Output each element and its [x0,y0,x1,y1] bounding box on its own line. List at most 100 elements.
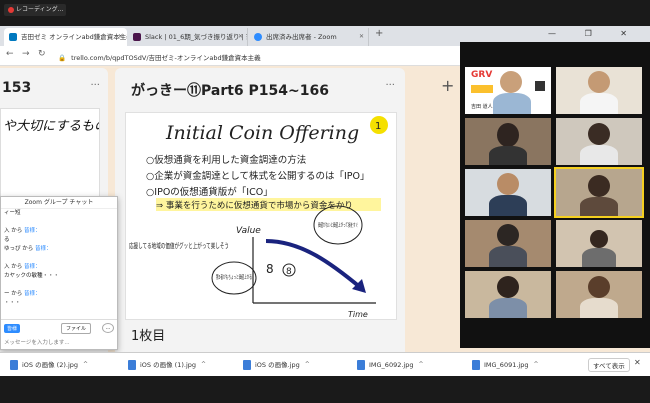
chat-recipient: 皆様： [24,228,41,234]
download-item[interactable]: IMG_6092.jpg ^ [357,359,423,371]
chat-line [1,218,117,227]
chat-line: カヤックの敏種・・・ [1,272,117,281]
chat-line [1,254,117,263]
image-file-icon [472,360,480,370]
chevron-down-icon[interactable]: ^ [83,359,88,371]
forward-icon[interactable]: → [22,49,30,59]
image-file-icon [128,360,136,370]
close-tab-icon[interactable]: ✕ [118,28,123,46]
screen: レコーディング... 吉田ゼミ オンラインabd鎌倉資本主義 ✕ Slack |… [0,0,650,403]
logo-mark [471,85,493,93]
show-all-button[interactable]: すべて表示 [588,358,630,372]
close-tab-icon[interactable]: ✕ [359,28,364,46]
chat-line [1,281,117,290]
left-circle-note: 第3者がもちょっと価値上がる [216,273,252,281]
participant-body [493,93,531,114]
decline-curve [265,239,363,290]
notes-line-4: ⇒ 事業を行うために仮想通貨で市場から資金をかり [156,200,353,211]
handwritten-notes: Initial Coin Offering 1 ○仮想通貨を利用した資金調達の方… [129,116,388,319]
reload-icon[interactable]: ↻ [38,49,46,59]
mark-1: 8 [266,262,274,276]
card-image[interactable]: Initial Coin Offering 1 ○仮想通貨を利用した資金調達の方… [125,112,397,320]
chat-line-text: ・・・ [4,300,21,306]
close-tab-icon[interactable]: ✕ [238,28,243,46]
video-tile[interactable] [556,271,642,318]
video-tile[interactable]: GRV 吉田 道人 [465,67,551,114]
logo-text: GRV [471,70,493,80]
more-options-button[interactable]: … [102,323,114,333]
video-tile[interactable] [465,169,551,216]
chevron-down-icon[interactable]: ^ [533,359,538,371]
lock-icon: 🔒 [58,54,67,62]
notes-heading: Initial Coin Offering [165,122,359,144]
notes-line-3: ○IPOの仮想通貨版が「ICO」 [146,186,273,198]
chat-line-text: カヤックの敏種・・・ [4,273,60,279]
recording-label: レコーディング... [16,6,64,13]
left-note: 応援してる地域の価値がグッと上がって楽しそう [129,241,229,250]
tab-label: Slack | 01_6期_気づき振り返り | 吉 [145,33,248,41]
caption: 吉田 道人 [471,104,493,110]
window-controls[interactable]: — ❐ ✕ [548,29,640,38]
more-icon[interactable]: ··· [90,80,100,91]
chat-line-text: ー から [4,291,23,297]
chat-line-text: 入 から [4,264,23,270]
tab-zoom[interactable]: 出席済み出席者 - Zoom ✕ [249,28,369,46]
card-footer: 1枚目 [131,329,166,344]
video-tile[interactable] [465,118,551,165]
download-item[interactable]: iOS の画像 (2).jpg ^ [10,359,88,371]
card-title: 153 [2,80,32,96]
file-button[interactable]: ファイル [61,323,92,334]
notes-line-2: ○企業が資金調達として株式を公開するのは「IPO」 [146,170,370,182]
download-filename: iOS の画像.jpg [255,361,300,369]
chat-line: ゆっぴ から 皆様： [1,245,117,254]
downloads-bar: iOS の画像 (2).jpg ^ iOS の画像 (1).jpg ^ iOS … [0,352,650,376]
recipient-selector[interactable]: 皆様 [4,324,21,333]
image-file-icon [357,360,365,370]
chevron-down-icon[interactable]: ^ [201,359,206,371]
video-tile[interactable] [556,67,642,114]
chat-footer: 皆様 ファイル … メッセージを入力します... [1,319,117,349]
zoom-group-chat[interactable]: Zoom グループ チャット ィー短入 から 皆様： るゆっぴ から 皆様： 入 か… [0,196,118,350]
trello-icon [9,33,17,41]
video-tile[interactable] [465,271,551,318]
zoom-gallery: GRV 吉田 道人 [460,42,650,348]
download-filename: iOS の画像 (2).jpg [22,361,79,369]
tab-slack[interactable]: Slack | 01_6期_気づき振り返り | 吉 ✕ [128,28,248,46]
add-list-icon[interactable]: + [441,76,454,95]
chevron-down-icon[interactable]: ^ [418,359,423,371]
chat-line: 入 から 皆様： [1,263,117,272]
chevron-down-icon[interactable]: ^ [305,359,310,371]
chat-line-text: ィー短 [4,210,21,216]
video-tile[interactable] [556,118,642,165]
chat-recipient: 皆様： [35,246,52,252]
tab-trello[interactable]: 吉田ゼミ オンラインabd鎌倉資本主義 ✕ [4,28,127,46]
chat-title: Zoom グループ チャット [1,197,117,209]
video-tile[interactable] [465,220,551,267]
download-item[interactable]: iOS の画像.jpg ^ [243,359,310,371]
chat-line-text: る [4,237,10,243]
card-title: がっきー⑪Part6 P154~166 [131,83,329,99]
participant-head [500,71,522,93]
recording-indicator[interactable]: レコーディング... [4,4,66,16]
image-file-icon [243,360,251,370]
close-icon[interactable]: ✕ [634,358,641,367]
download-item[interactable]: IMG_6091.jpg ^ [472,359,538,371]
more-icon[interactable]: ··· [385,80,395,91]
new-tab-button[interactable]: + [375,28,383,39]
video-tile-active-speaker[interactable] [554,167,644,218]
chat-line-text: ゆっぴ から [4,246,34,252]
video-tile[interactable] [556,220,642,267]
image-file-icon [10,360,18,370]
url-field[interactable]: 🔒 trello.com/b/qpdTOSdV/吉田ゼミ-オンラインabd鎌倉資… [58,52,261,62]
right-circle-note: 価値がないと価値上がって損をすぐ [318,221,358,229]
notes-line-1: ○仮想通貨を利用した資金調達の方法 [146,154,306,166]
list-card-current[interactable]: がっきー⑪Part6 P154~166 ··· Initial Coin Off… [115,68,405,352]
download-item[interactable]: iOS の画像 (1).jpg ^ [128,359,206,371]
chat-messages: ィー短入 から 皆様：るゆっぴ から 皆様：入 から 皆様： カヤックの敏種・・・… [1,209,117,308]
notes-number: 1 [375,121,381,132]
chat-input[interactable]: メッセージを入力します... [4,338,70,346]
value-axis-label: Value [236,226,261,236]
qr-code [535,81,545,91]
time-axis-label: Time [348,310,368,319]
back-icon[interactable]: ← [6,49,14,59]
